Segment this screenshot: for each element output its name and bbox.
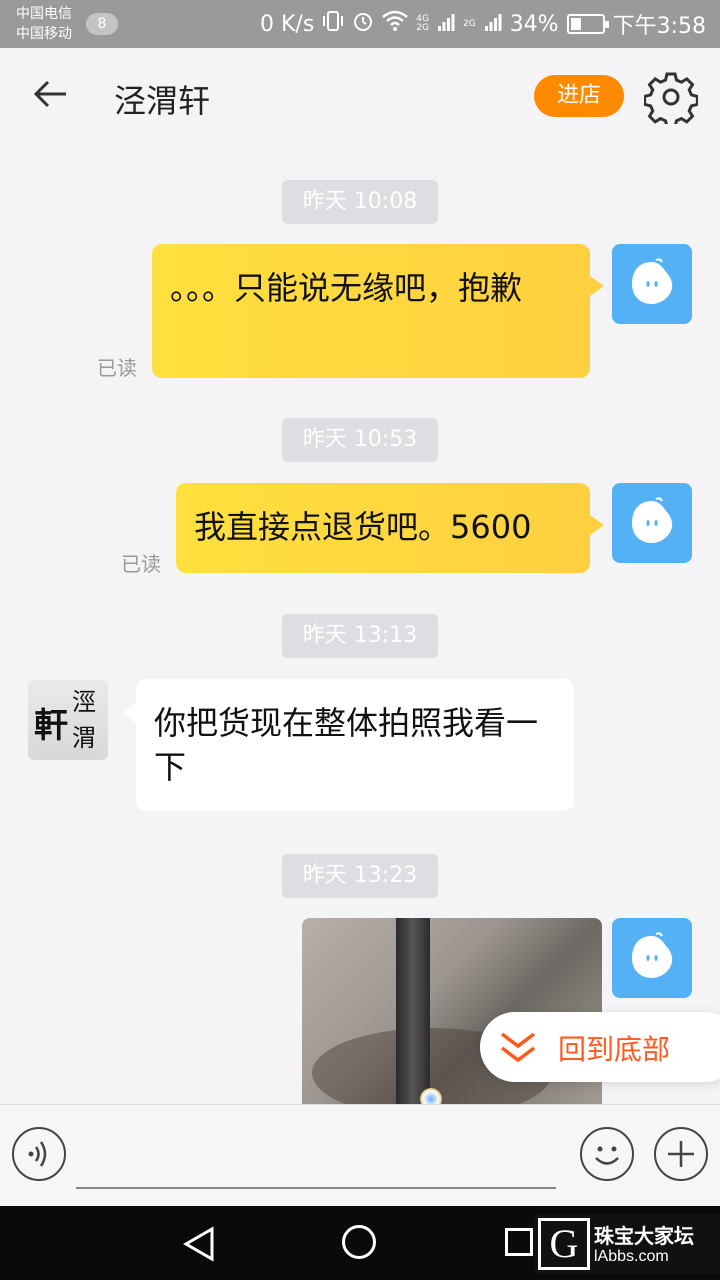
battery-icon	[566, 14, 609, 34]
notification-badge: 8	[86, 13, 118, 35]
plus-icon	[668, 1141, 694, 1167]
jump-to-bottom-label: 回到底部	[558, 1033, 671, 1066]
user-avatar-icon	[632, 258, 673, 304]
settings-button[interactable]	[643, 70, 699, 129]
nav-back-button[interactable]	[182, 1226, 216, 1266]
shop-avatar[interactable]: 軒 涇 渭	[28, 680, 108, 760]
shop-avatar-char-3: 渭	[72, 724, 96, 752]
battery-fill	[570, 18, 581, 30]
network-speed: 0 K/s	[259, 11, 315, 37]
network-type-4g: 4G 2G	[416, 15, 429, 33]
vibrate-icon	[322, 10, 344, 38]
triangle-back-icon	[182, 1226, 214, 1262]
my-avatar[interactable]	[612, 918, 692, 998]
their-message-bubble[interactable]: 你把货现在整体拍照我看一下	[122, 679, 574, 811]
timestamp-pill: 昨天 13:13	[282, 614, 438, 658]
jump-to-bottom-button[interactable]: 回到底部	[480, 1012, 720, 1082]
shop-avatar-char-2: 涇	[72, 688, 96, 716]
system-nav-bar: G 珠宝大家坛 lAbbs.com	[0, 1206, 720, 1280]
gear-icon	[643, 72, 699, 129]
user-avatar-icon	[632, 497, 673, 543]
back-arrow-icon	[33, 80, 66, 108]
my-avatar[interactable]	[612, 244, 692, 324]
carrier-2: 中国移动	[16, 26, 72, 42]
signal-icon-2	[484, 12, 502, 37]
emoji-button[interactable]	[580, 1127, 634, 1181]
my-avatar[interactable]	[612, 483, 692, 563]
timestamp-pill: 昨天 13:23	[282, 854, 438, 898]
shop-title: 泾渭轩	[114, 82, 211, 120]
alarm-icon	[352, 10, 374, 38]
nav-recents-button[interactable]	[505, 1228, 533, 1256]
watermark-logo-icon: G	[538, 1218, 590, 1270]
voice-button[interactable]	[12, 1127, 66, 1181]
shop-avatar-char-1: 軒	[34, 706, 68, 746]
double-chevron-down-icon	[500, 1032, 536, 1063]
more-button[interactable]	[654, 1127, 708, 1181]
my-message-bubble[interactable]: 我直接点退货吧。5600	[176, 483, 604, 573]
status-icons: 0 K/s 4G 2G 2G 34% 下午3:58	[260, 9, 706, 39]
photo-bead	[420, 1088, 442, 1104]
timestamp-pill: 昨天 10:08	[282, 180, 438, 224]
watermark-en: lAbbs.com	[594, 1248, 669, 1265]
status-bar: 中国电信 中国移动 8 0 K/s 4G 2G 2G 34% 下午3:58	[0, 0, 720, 48]
back-button[interactable]	[30, 74, 80, 120]
signal-icon-1	[437, 12, 455, 37]
timestamp-pill: 昨天 10:53	[282, 418, 438, 462]
read-status: 已读	[97, 356, 137, 380]
clock: 下午3:58	[612, 14, 706, 39]
wifi-icon	[382, 10, 409, 38]
carrier-1: 中国电信	[16, 6, 72, 22]
read-status: 已读	[121, 552, 161, 576]
nav-home-button[interactable]	[342, 1225, 376, 1259]
photo-object	[396, 918, 430, 1104]
site-watermark: G 珠宝大家坛 lAbbs.com	[534, 1214, 720, 1274]
net-label-2g-a: 2G	[416, 23, 429, 33]
carrier-names: 中国电信 中国移动	[16, 4, 72, 44]
message-input[interactable]	[76, 1123, 556, 1189]
voice-icon	[28, 1141, 47, 1167]
user-avatar-icon	[632, 932, 673, 978]
chat-header: 泾渭轩 进店	[0, 48, 720, 146]
watermark-cn: 珠宝大家坛	[594, 1224, 694, 1248]
chat-area[interactable]: 昨天 10:08 已读 。。。只能说无缘吧，抱歉 昨天 10:53 已读 我直接…	[0, 146, 720, 1104]
my-message-bubble[interactable]: 。。。只能说无缘吧，抱歉	[152, 244, 604, 378]
net-label-2g-b: 2G	[462, 18, 476, 29]
battery-percent: 34%	[509, 11, 559, 37]
smiley-icon	[595, 1146, 619, 1165]
network-type-2g: 2G	[462, 18, 476, 29]
input-bar	[0, 1104, 720, 1206]
enter-store-button[interactable]: 进店	[534, 75, 624, 117]
